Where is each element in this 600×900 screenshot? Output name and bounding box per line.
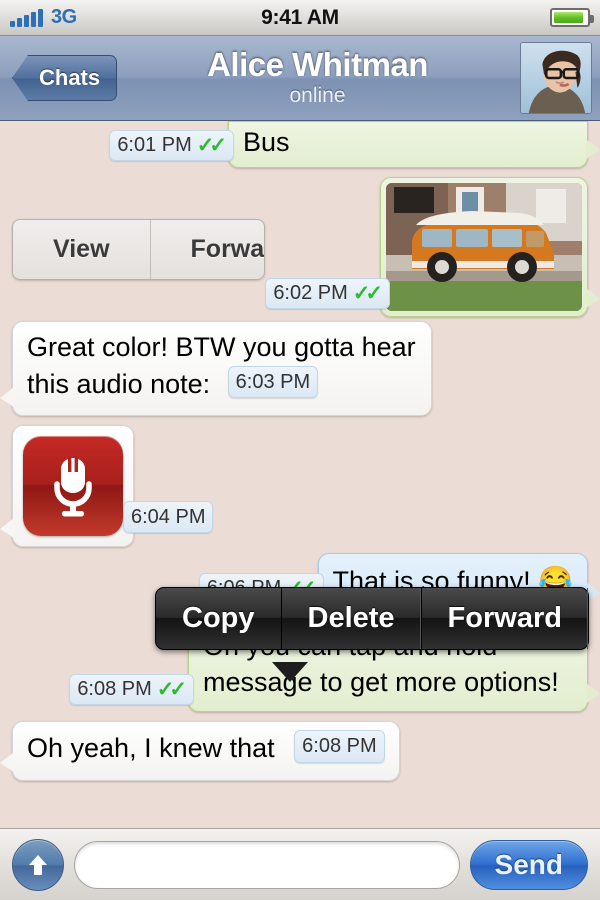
- timestamp-text: 6:08 PM: [302, 735, 377, 758]
- microphone-icon[interactable]: [23, 436, 123, 537]
- upload-arrow-icon[interactable]: [12, 838, 64, 891]
- chat-screen: 3G 9:41 AM Chats Alice Whitman online 6:…: [0, 0, 600, 900]
- message-timestamp: 6:08 PM ✓✓: [69, 674, 194, 706]
- context-menu-delete[interactable]: Delete: [280, 588, 421, 649]
- message-text: Great color! BTW you gotta hear this aud…: [27, 331, 416, 399]
- message-timestamp: 6:08 PM: [294, 730, 385, 763]
- timestamp-text: 6:01 PM: [117, 133, 192, 156]
- back-button-label: Chats: [39, 65, 101, 90]
- avatar-image: [521, 43, 591, 113]
- view-button[interactable]: View: [13, 220, 150, 279]
- contact-name: Alice Whitman: [207, 46, 428, 84]
- nav-bar: Chats Alice Whitman online: [0, 36, 600, 121]
- message-row-bus: 6:01 PM ✓✓ Bus: [12, 121, 600, 168]
- message-timestamp: 6:01 PM ✓✓: [109, 129, 234, 161]
- nav-title-group: Alice Whitman online: [135, 36, 500, 120]
- carrier-label: 3G: [51, 6, 77, 28]
- timestamp-text: 6:04 PM: [131, 505, 206, 528]
- message-list[interactable]: 6:01 PM ✓✓ Bus View Forward 6:02 PM ✓✓: [0, 121, 600, 828]
- message-text: Oh yeah, I knew that: [27, 733, 275, 764]
- message-row-photo: View Forward 6:02 PM ✓✓: [12, 176, 600, 317]
- context-menu-forward[interactable]: Forward: [420, 588, 588, 649]
- avatar[interactable]: [520, 42, 592, 114]
- back-button-chats[interactable]: Chats: [12, 55, 118, 101]
- context-menu: Copy Delete Forward: [155, 587, 589, 650]
- signal-bars-icon: [10, 8, 43, 27]
- message-bubble-audio[interactable]: 6:04 PM: [0, 425, 214, 548]
- message-bubble[interactable]: Oh yeah, I knew that 6:08 PM: [0, 721, 400, 781]
- timestamp-text: 6:08 PM: [77, 678, 152, 701]
- message-timestamp: 6:02 PM ✓✓: [265, 277, 390, 309]
- contact-status: online: [289, 83, 346, 107]
- context-menu-copy[interactable]: Copy: [156, 588, 281, 649]
- input-toolbar: Send: [0, 828, 600, 900]
- message-input[interactable]: [74, 840, 460, 889]
- message-bubble-image[interactable]: [380, 176, 600, 317]
- timestamp-text: 6:02 PM: [273, 281, 348, 304]
- delivery-ticks-icon: ✓✓: [352, 281, 383, 305]
- battery-icon: [550, 8, 594, 27]
- status-bar-right: [550, 8, 594, 27]
- camper-van-image: [386, 182, 582, 311]
- status-bar-left: 3G: [10, 6, 77, 29]
- message-bubble[interactable]: Bus: [228, 121, 600, 168]
- delivery-ticks-icon: ✓✓: [196, 133, 227, 157]
- message-text: Bus: [243, 127, 290, 157]
- delivery-ticks-icon: ✓✓: [156, 678, 187, 702]
- message-row-audio-note: 6:04 PM: [0, 425, 588, 548]
- status-bar: 3G 9:41 AM: [0, 0, 600, 36]
- message-timestamp: 6:04 PM: [123, 500, 214, 534]
- message-row-great-color: Great color! BTW you gotta hear this aud…: [0, 320, 588, 417]
- forward-photo-button[interactable]: Forward: [149, 219, 264, 279]
- send-button[interactable]: Send: [469, 839, 588, 890]
- photo-thumbnail[interactable]: [386, 182, 582, 311]
- timestamp-text: 6:03 PM: [235, 370, 311, 393]
- message-row-knew-that: Oh yeah, I knew that 6:08 PM: [0, 721, 588, 781]
- microphone-glyph: [54, 456, 92, 517]
- upload-arrow-glyph: [29, 854, 47, 875]
- photo-action-bar: View Forward: [12, 218, 266, 280]
- message-timestamp: 6:03 PM: [227, 365, 319, 399]
- message-bubble[interactable]: Great color! BTW you gotta hear this aud…: [0, 320, 432, 417]
- status-bar-clock: 9:41 AM: [261, 5, 339, 29]
- context-menu-arrow-icon: [272, 662, 308, 682]
